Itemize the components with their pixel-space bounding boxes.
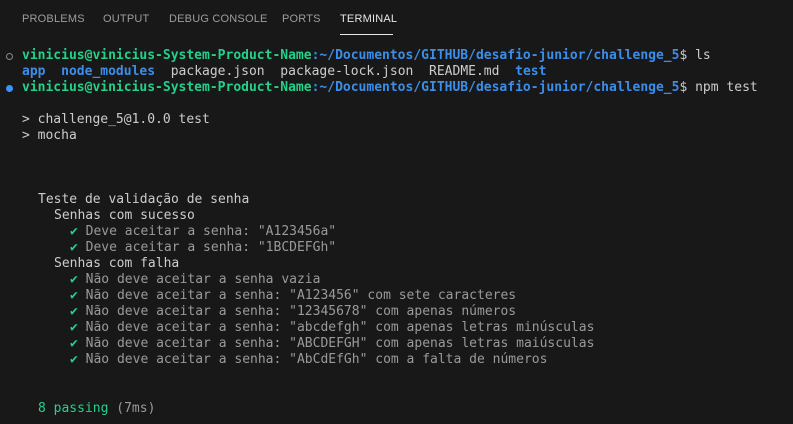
check-icon: ✔ [70, 224, 78, 239]
group-title-success: Senhas com sucesso [54, 208, 195, 223]
test-name: Não deve aceitar a senha: "abcdefgh" com… [85, 320, 595, 335]
test-result-line: ✔ Não deve aceitar a senha vazia [70, 272, 320, 288]
npm-script-line: > challenge_5@1.0.0 test [22, 112, 210, 127]
ls-entry-node-modules: node_modules [61, 64, 156, 79]
test-name: Deve aceitar a senha: "A123456a" [85, 224, 337, 239]
check-icon: ✔ [70, 272, 78, 287]
prompt-line-ls: vinicius@vinicius-System-Product-Name:~/… [22, 48, 711, 64]
ls-entry-app: app [22, 64, 46, 79]
ls-entry-test: test [515, 64, 547, 79]
ls-output-line: app node_modules package.json package-lo… [22, 64, 546, 80]
test-name: Não deve aceitar a senha: "ABCDEFGH" com… [85, 336, 595, 351]
test-result-line: ✔ Não deve aceitar a senha: "abcdefgh" c… [70, 320, 594, 336]
test-name: Não deve aceitar a senha: "AbCdEfGh" com… [85, 352, 548, 367]
ls-entry-package-json: package.json [170, 64, 265, 79]
check-icon: ✔ [70, 352, 78, 367]
check-icon: ✔ [70, 336, 78, 351]
panel-tab-bar: PROBLEMS OUTPUT DEBUG CONSOLE PORTS TERM… [0, 0, 793, 40]
test-name: Não deve aceitar a senha: "12345678" com… [85, 304, 517, 319]
active-tab-indicator [340, 34, 393, 35]
test-result-line: ✔ Deve aceitar a senha: "A123456a" [70, 224, 336, 240]
passing-summary: 8 passing (7ms) [38, 401, 155, 417]
test-result-line: ✔ Deve aceitar a senha: "1BCDEFGh" [70, 240, 336, 256]
tab-debug-console[interactable]: DEBUG CONSOLE [169, 13, 268, 25]
prompt-user-host: vinicius@vinicius-System-Product-Name [22, 80, 312, 95]
ls-entry-readme: README.md [429, 64, 500, 79]
prompt-line-npm-test: vinicius@vinicius-System-Product-Name:~/… [22, 80, 758, 96]
command-decoration-icon[interactable] [6, 85, 13, 92]
check-icon: ✔ [70, 240, 78, 255]
tab-ports[interactable]: PORTS [282, 13, 321, 25]
tab-terminal[interactable]: TERMINAL [340, 13, 397, 25]
passing-time: (7ms) [108, 401, 156, 416]
prompt-path: :~/Documentos/GITHUB/desafio-junior/chal… [311, 48, 680, 63]
command-decoration-icon[interactable] [6, 53, 13, 60]
prompt-path: :~/Documentos/GITHUB/desafio-junior/chal… [311, 80, 680, 95]
suite-title: Teste de validação de senha [38, 192, 250, 207]
test-result-line: ✔ Não deve aceitar a senha: "A123456" co… [70, 288, 516, 304]
test-result-line: ✔ Não deve aceitar a senha: "ABCDEFGH" c… [70, 336, 594, 352]
prompt-user-host: vinicius@vinicius-System-Product-Name [22, 48, 312, 63]
prompt-command: npm test [687, 80, 758, 95]
test-name: Deve aceitar a senha: "1BCDEFGh" [85, 240, 337, 255]
test-result-line: ✔ Não deve aceitar a senha: "12345678" c… [70, 304, 516, 320]
tab-output[interactable]: OUTPUT [103, 13, 149, 25]
test-result-line: ✔ Não deve aceitar a senha: "AbCdEfGh" c… [70, 352, 547, 368]
passing-count: 8 passing [38, 401, 109, 416]
check-icon: ✔ [70, 320, 78, 335]
test-name: Não deve aceitar a senha: "A123456" com … [85, 288, 517, 303]
check-icon: ✔ [70, 304, 78, 319]
npm-mocha-line: > mocha [22, 128, 77, 143]
test-name: Não deve aceitar a senha vazia [85, 272, 321, 287]
group-title-failure: Senhas com falha [54, 256, 180, 271]
prompt-command: ls [687, 48, 711, 63]
tab-problems[interactable]: PROBLEMS [22, 13, 85, 25]
ls-entry-package-lock: package-lock.json [280, 64, 414, 79]
check-icon: ✔ [70, 288, 78, 303]
